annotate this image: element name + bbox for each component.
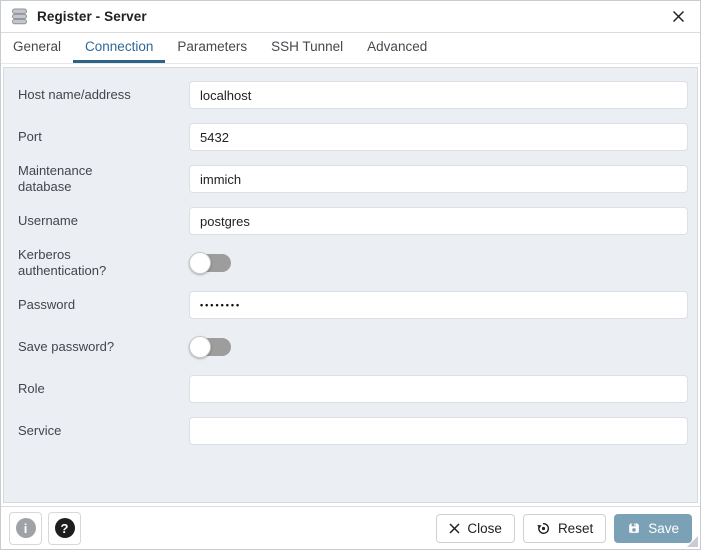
field-control bbox=[189, 417, 688, 445]
save-password-toggle[interactable] bbox=[189, 336, 231, 358]
field-label: Kerberos authentication? bbox=[18, 247, 136, 278]
form-row-save-password: Save password? bbox=[4, 326, 697, 368]
kerberos-authentication-toggle[interactable] bbox=[189, 252, 231, 274]
form-row-password: Password bbox=[4, 284, 697, 326]
register-server-dialog: Register - Server General Connection Par… bbox=[0, 0, 701, 550]
tab-general[interactable]: General bbox=[1, 33, 73, 63]
field-control bbox=[189, 336, 688, 358]
field-control bbox=[189, 81, 688, 109]
tab-label: SSH Tunnel bbox=[271, 39, 343, 54]
connection-form: Host name/address Port Maintenance datab… bbox=[3, 67, 698, 503]
save-button-label: Save bbox=[648, 521, 679, 536]
reset-button-label: Reset bbox=[558, 521, 593, 536]
reset-button[interactable]: Reset bbox=[523, 514, 606, 543]
close-button-label: Close bbox=[467, 521, 502, 536]
form-row-role: Role bbox=[4, 368, 697, 410]
x-icon bbox=[449, 523, 460, 534]
field-label: Port bbox=[18, 129, 136, 145]
floppy-disk-icon bbox=[627, 521, 641, 535]
tab-advanced[interactable]: Advanced bbox=[355, 33, 439, 63]
host-name-address-input[interactable] bbox=[189, 81, 688, 109]
toggle-knob bbox=[189, 336, 211, 358]
field-label: Maintenance database bbox=[18, 163, 136, 194]
server-stack-icon bbox=[11, 8, 29, 25]
service-input[interactable] bbox=[189, 417, 688, 445]
field-control bbox=[189, 375, 688, 403]
tab-label: Connection bbox=[85, 39, 153, 54]
field-control bbox=[189, 123, 688, 151]
field-label: Username bbox=[18, 213, 136, 229]
dialog-title: Register - Server bbox=[37, 9, 147, 24]
form-row-service: Service bbox=[4, 410, 697, 452]
maintenance-database-input[interactable] bbox=[189, 165, 688, 193]
username-input[interactable] bbox=[189, 207, 688, 235]
field-control bbox=[189, 207, 688, 235]
form-row-maintenance-database: Maintenance database bbox=[4, 158, 697, 200]
field-control bbox=[189, 165, 688, 193]
port-input[interactable] bbox=[189, 123, 688, 151]
info-icon: i bbox=[16, 518, 36, 538]
field-label: Password bbox=[18, 297, 136, 313]
footer-actions: Close Reset bbox=[436, 514, 692, 543]
field-label: Host name/address bbox=[18, 87, 136, 103]
tab-label: General bbox=[13, 39, 61, 54]
resize-handle[interactable] bbox=[687, 536, 698, 547]
form-row-username: Username bbox=[4, 200, 697, 242]
info-button[interactable]: i bbox=[9, 512, 42, 545]
rotate-reset-icon bbox=[536, 521, 551, 536]
field-label: Role bbox=[18, 381, 136, 397]
form-row-port: Port bbox=[4, 116, 697, 158]
help-icon: ? bbox=[55, 518, 75, 538]
tab-ssh-tunnel[interactable]: SSH Tunnel bbox=[259, 33, 355, 63]
field-label: Service bbox=[18, 423, 136, 439]
save-button[interactable]: Save bbox=[614, 514, 692, 543]
field-label: Save password? bbox=[18, 339, 136, 355]
role-input[interactable] bbox=[189, 375, 688, 403]
close-button[interactable]: Close bbox=[436, 514, 515, 543]
dialog-titlebar: Register - Server bbox=[1, 1, 700, 33]
tab-label: Parameters bbox=[177, 39, 247, 54]
field-control bbox=[189, 252, 688, 274]
tab-label: Advanced bbox=[367, 39, 427, 54]
help-button[interactable]: ? bbox=[48, 512, 81, 545]
password-input[interactable] bbox=[189, 291, 688, 319]
form-row-kerberos-authentication: Kerberos authentication? bbox=[4, 242, 697, 284]
tab-parameters[interactable]: Parameters bbox=[165, 33, 259, 63]
tab-bar: General Connection Parameters SSH Tunnel… bbox=[1, 33, 700, 64]
toggle-knob bbox=[189, 252, 211, 274]
field-control bbox=[189, 291, 688, 319]
dialog-footer: i ? Close bbox=[1, 506, 700, 549]
tab-connection[interactable]: Connection bbox=[73, 33, 165, 63]
close-icon[interactable] bbox=[666, 5, 690, 29]
form-row-host-name-address: Host name/address bbox=[4, 74, 697, 116]
